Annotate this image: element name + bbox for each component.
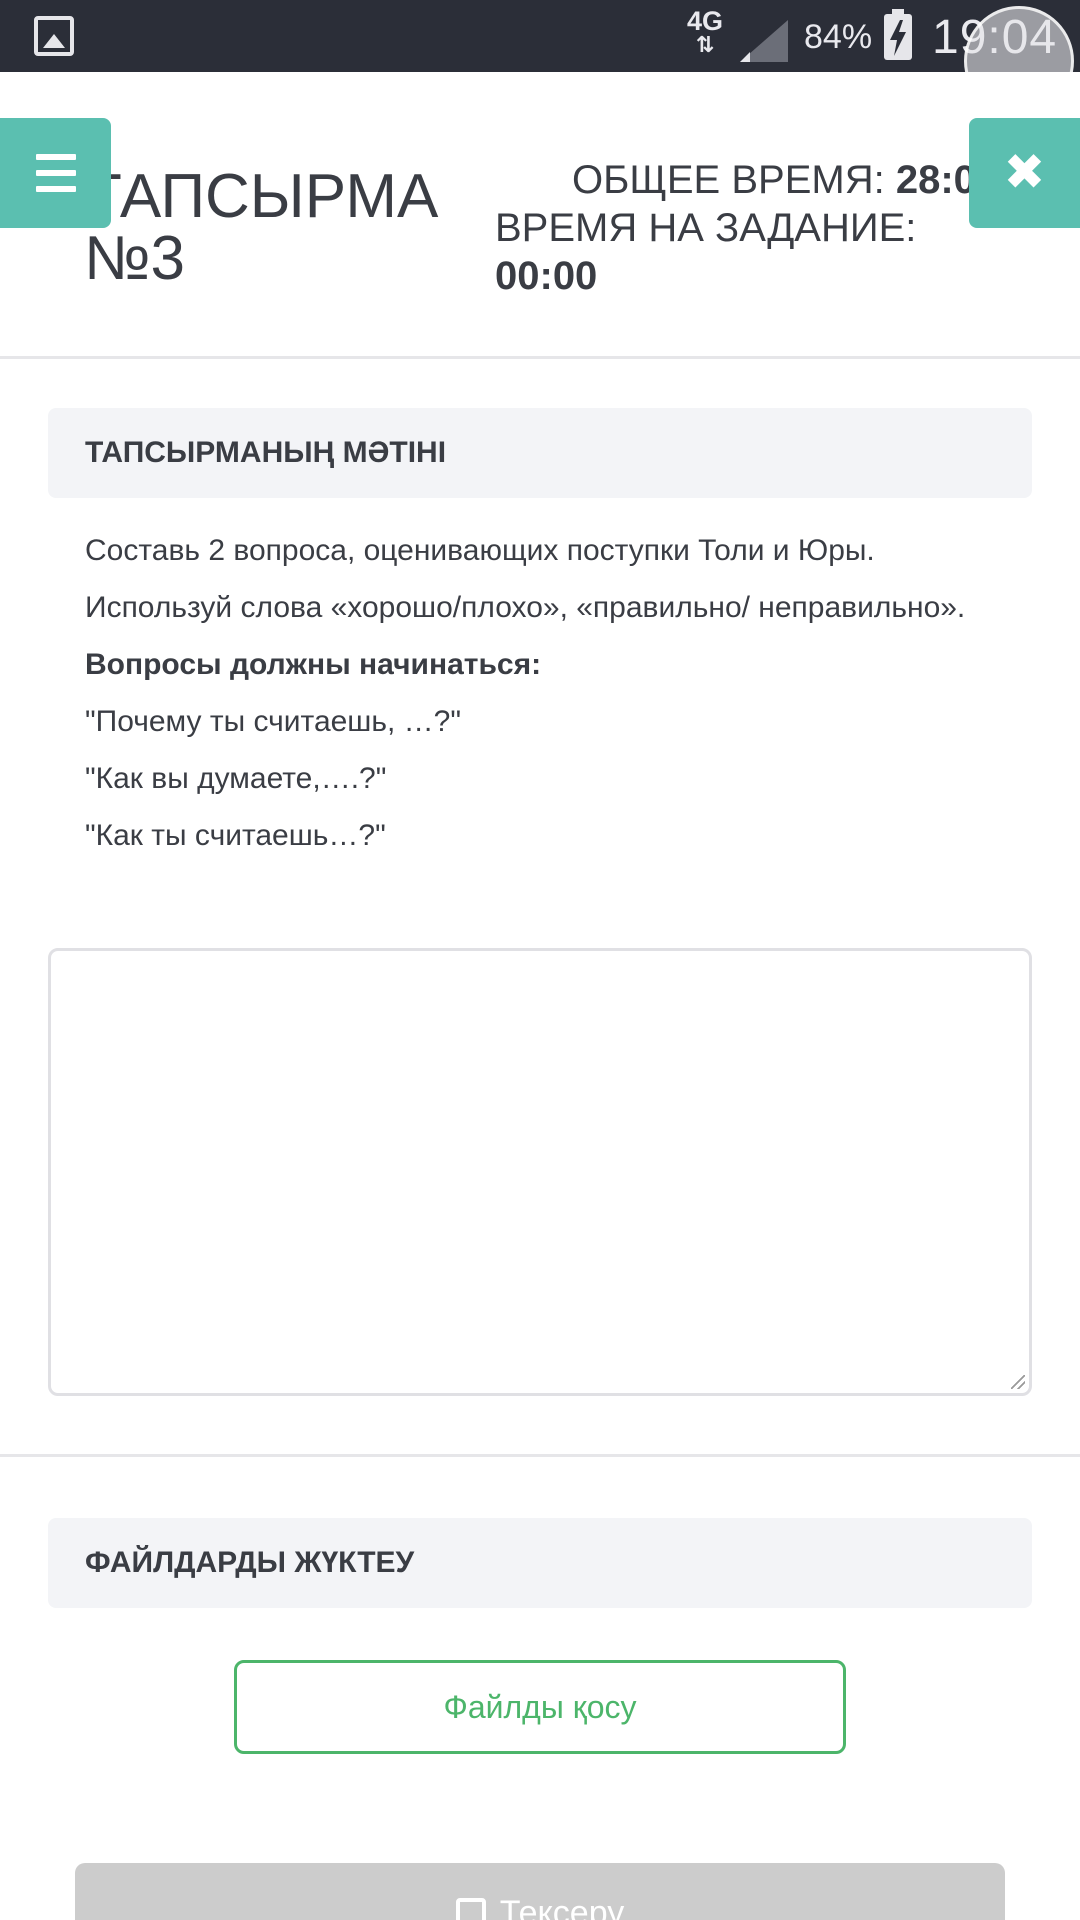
- network-indicator: 4G ⇅: [684, 8, 726, 56]
- answer-textarea[interactable]: [48, 948, 1032, 1396]
- task-text: Составь 2 вопроса, оценивающих поступки …: [85, 530, 985, 872]
- timers: ОБЩЕЕ ВРЕМЯ: 28:01 ВРЕМЯ НА ЗАДАНИЕ: 00:…: [495, 156, 998, 300]
- divider: [0, 1454, 1080, 1457]
- title-line-2: №3: [84, 224, 185, 293]
- task-paragraph-2: Используй слова «хорошо/плохо», «правиль…: [85, 591, 966, 624]
- task-paragraph-1: Составь 2 вопроса, оценивающих поступки …: [85, 534, 875, 567]
- hamburger-menu-icon: [36, 154, 76, 160]
- check-button-label: Тексеру: [499, 1894, 625, 1920]
- resize-handle-icon[interactable]: [1011, 1375, 1025, 1389]
- gallery-icon: [34, 16, 74, 56]
- task-time-label: ВРЕМЯ НА ЗАДАНИЕ:: [495, 206, 917, 250]
- title-line-1: ТАПСЫРМА: [84, 162, 439, 231]
- total-time-label: ОБЩЕЕ ВРЕМЯ:: [572, 158, 885, 202]
- close-button[interactable]: ✖: [969, 118, 1080, 228]
- total-time: ОБЩЕЕ ВРЕМЯ: 28:01: [495, 156, 998, 204]
- task-time-value: 00:00: [495, 254, 598, 298]
- task-text-heading: ТАПСЫРМАНЫҢ МӘТІНІ: [48, 408, 1032, 498]
- question-template-2: "Как вы думаете,….?": [85, 762, 387, 795]
- status-bar: 4G ⇅ 84% 19:04: [0, 0, 1080, 116]
- add-file-button[interactable]: Файлды қосу: [234, 1660, 846, 1754]
- battery-percent: 84%: [804, 18, 873, 56]
- page-title: ТАПСЫРМА №3: [84, 166, 438, 290]
- signal-icon: [740, 20, 788, 62]
- task-instruction-bold: Вопросы должны начинаться:: [85, 648, 542, 681]
- question-template-3: "Как ты считаешь…?": [85, 819, 386, 852]
- battery-charging-icon: [884, 9, 912, 60]
- check-button[interactable]: Тексеру: [75, 1863, 1005, 1920]
- files-upload-heading: ФАЙЛДАРДЫ ЖҮКТЕУ: [48, 1518, 1032, 1608]
- task-header: ТАПСЫРМА №3 ОБЩЕЕ ВРЕМЯ: 28:01 ВРЕМЯ НА …: [0, 72, 1080, 359]
- question-template-1: "Почему ты считаешь, …?": [85, 705, 462, 738]
- checkbox-icon: [455, 1898, 486, 1920]
- data-arrows-icon: ⇅: [695, 32, 715, 57]
- menu-button[interactable]: [0, 118, 111, 228]
- close-x-icon: ✖: [1003, 144, 1046, 200]
